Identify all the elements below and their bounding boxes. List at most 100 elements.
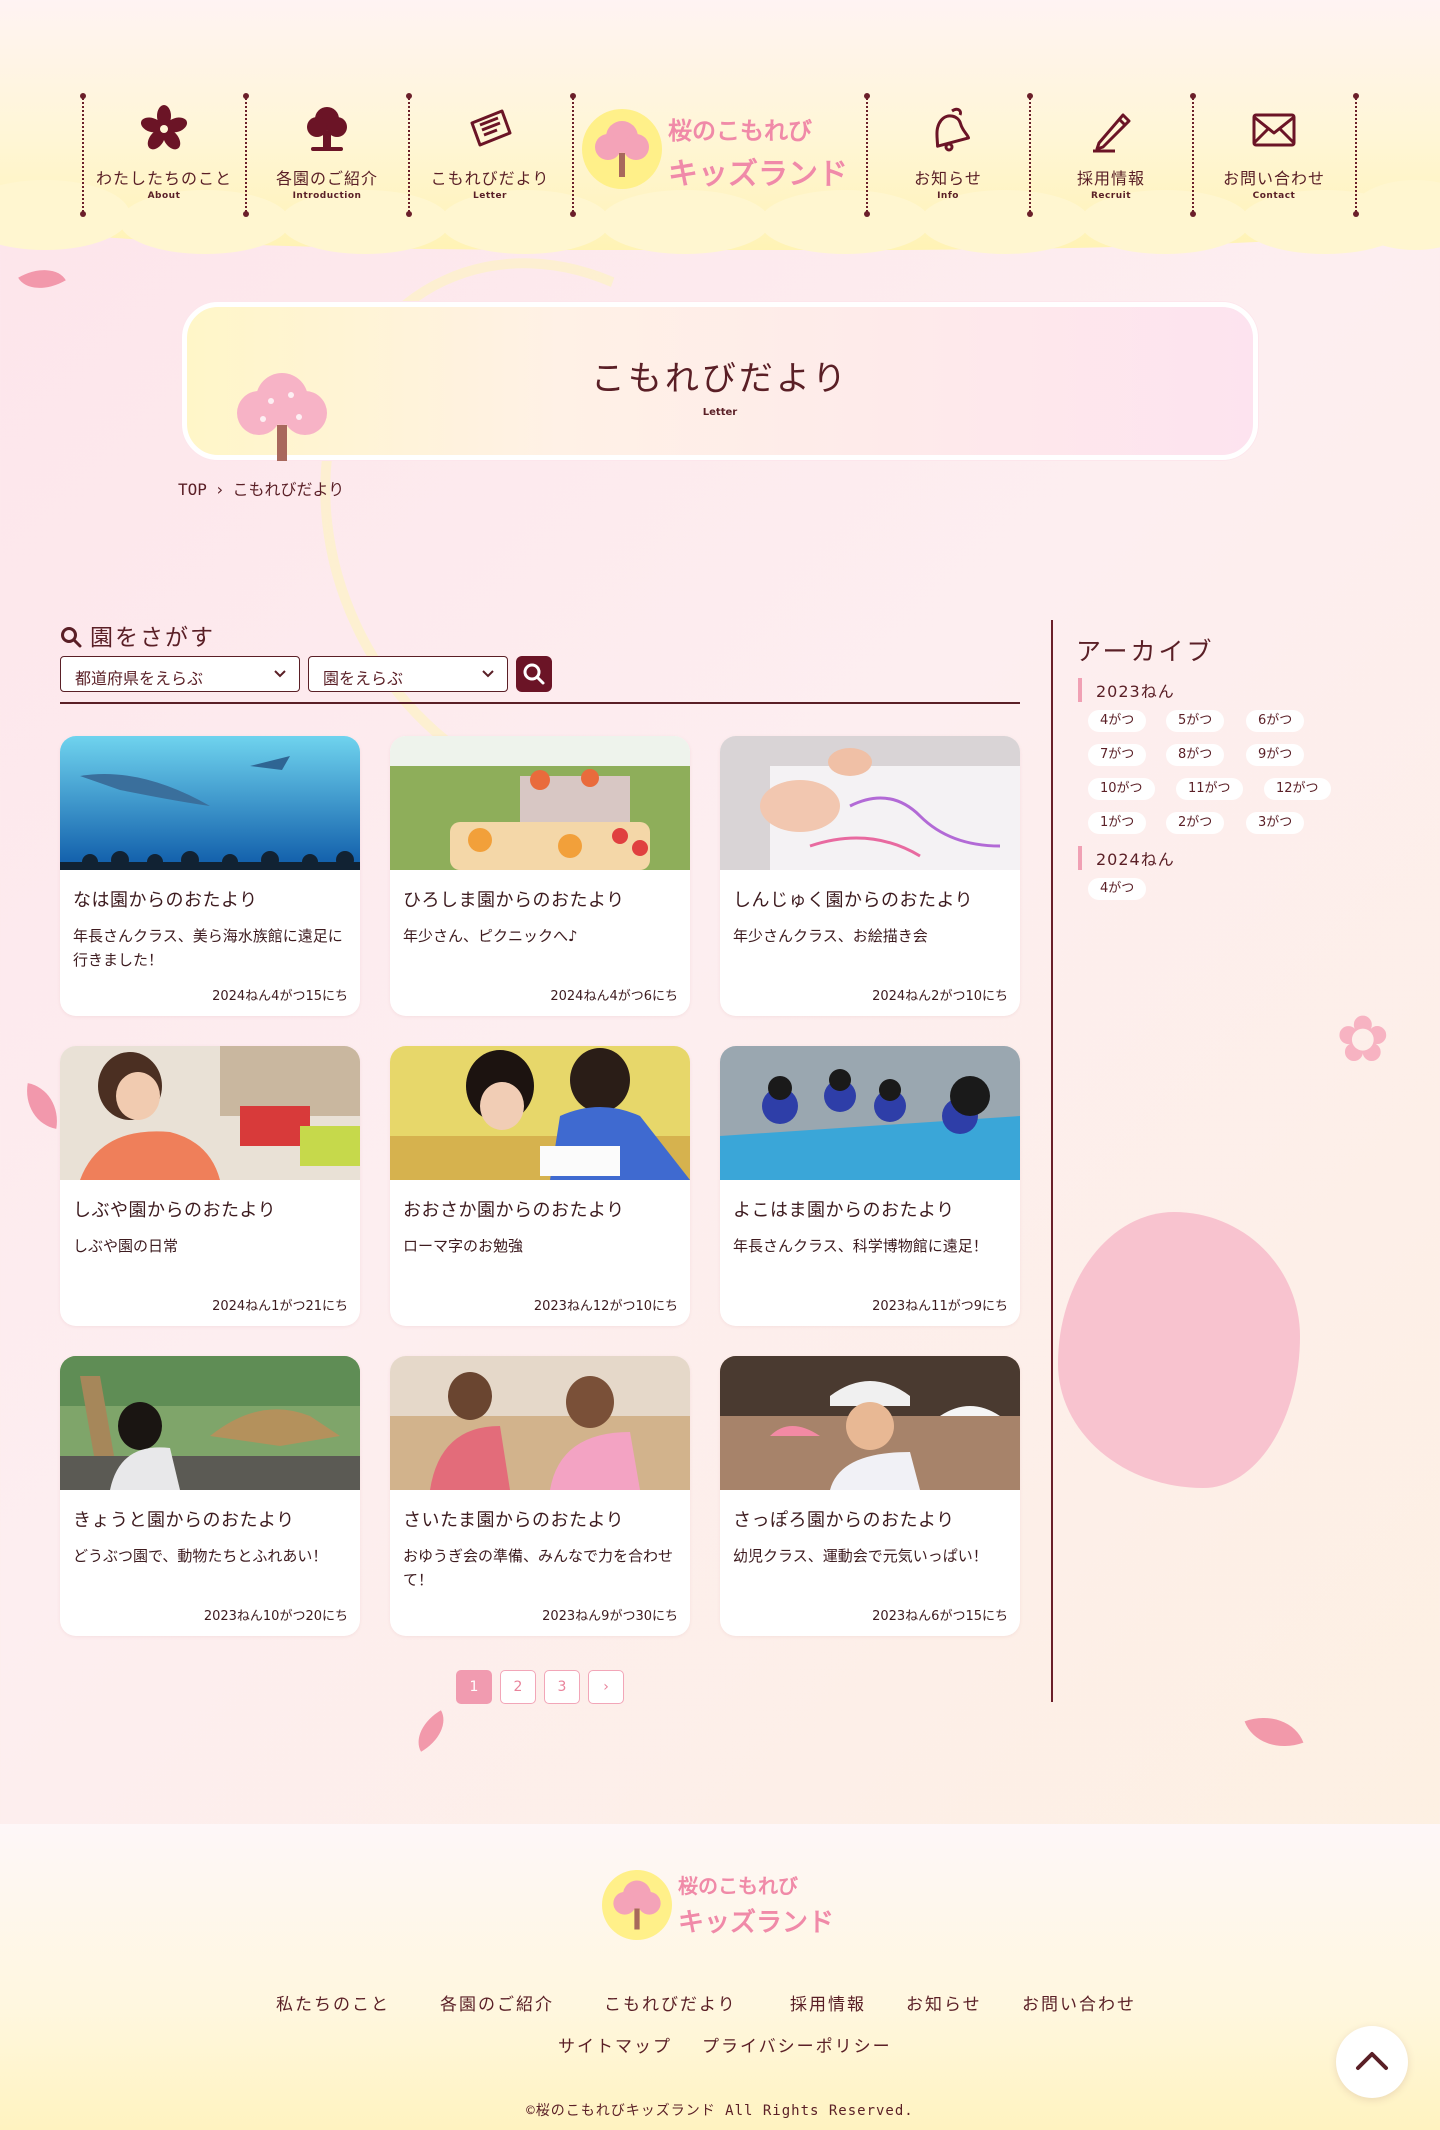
chevron-down-icon: [482, 670, 494, 678]
card-title: きょうと園からのおたより: [73, 1510, 295, 1531]
site-logo[interactable]: 桜のこもれび キッズランド: [582, 109, 858, 195]
footer-link-about[interactable]: 私たちのこと: [276, 1990, 390, 2015]
copyright: ©桜のこもれびキッズランド All Rights Reserved.: [526, 2103, 914, 2119]
nav-item-introduction[interactable]: 各園のご紹介 Introduction: [246, 103, 408, 215]
archive-month[interactable]: 10がつ: [1088, 778, 1155, 800]
logo-tree-icon: [602, 1870, 672, 1940]
archive-title: アーカイブ: [1076, 637, 1215, 666]
footer-link-introduction[interactable]: 各園のご紹介: [440, 1990, 554, 2015]
card-date: 2024ねん4がつ15にち: [212, 989, 348, 1004]
picnic-photo: [390, 736, 690, 870]
card-description: 幼児クラス、運動会で元気いっぱい！: [733, 1547, 988, 1565]
archive-month[interactable]: 7がつ: [1088, 744, 1147, 766]
card-date: 2023ねん11がつ9にち: [872, 1299, 1008, 1314]
nav-label: お知らせ: [914, 169, 982, 188]
letter-card[interactable]: さっぽろ園からのおたより 幼児クラス、運動会で元気いっぱい！ 2023ねん6がつ…: [720, 1356, 1020, 1636]
letter-card[interactable]: なは園からのおたより 年長さんクラス、美ら海水族館に遠足に行きました！ 2024…: [60, 736, 360, 1016]
school-select[interactable]: 園をえらぶ: [308, 656, 508, 692]
global-nav: わたしたちのこと About 各園のご紹介 Introduction こもれびだ…: [80, 93, 1359, 217]
nav-item-recruit[interactable]: 採用情報 Recruit: [1030, 103, 1192, 215]
prefecture-select[interactable]: 都道府県をえらぶ: [60, 656, 300, 692]
sports-day-photo: [720, 1356, 1020, 1490]
decorative-petal: [20, 1083, 64, 1129]
footer-logo[interactable]: 桜のこもれび キッズランド: [602, 1870, 842, 1942]
archive-month[interactable]: 4がつ: [1088, 710, 1147, 732]
footer-link-privacy[interactable]: プライバシーポリシー: [702, 2032, 892, 2057]
letter-card[interactable]: ひろしま園からのおたより 年少さん、ピクニックへ♪ 2024ねん4がつ6にち: [390, 736, 690, 1016]
letter-card[interactable]: よこはま園からのおたより 年長さんクラス、科学博物館に遠足！ 2023ねん11が…: [720, 1046, 1020, 1326]
search-heading-text: 園をさがす: [90, 625, 215, 651]
pen-icon: [1093, 113, 1131, 153]
card-title: さっぽろ園からのおたより: [733, 1510, 955, 1531]
footer-link-sitemap[interactable]: サイトマップ: [558, 2032, 672, 2057]
sakura-icon: [140, 105, 188, 150]
card-title: おおさか園からのおたより: [403, 1200, 625, 1221]
nav-sublabel: Letter: [473, 191, 507, 201]
footer: 桜のこもれび キッズランド 私たちのこと 各園のご紹介 こもれびだより 採用情報…: [0, 1824, 1440, 2130]
back-to-top-button[interactable]: [1336, 2026, 1408, 2098]
nav-label: お問い合わせ: [1222, 169, 1325, 188]
nav-label: わたしたちのこと: [95, 169, 232, 188]
archive-month[interactable]: 8がつ: [1166, 744, 1225, 766]
logo-text: 桜のこもれび: [678, 1874, 798, 1898]
bell-icon: [935, 107, 970, 152]
search-heading: 園をさがす: [60, 618, 215, 652]
aquarium-photo: [60, 736, 360, 870]
footer-link-letter[interactable]: こもれびだより: [604, 1990, 737, 2015]
letter-card[interactable]: おおさか園からのおたより ローマ字のお勉強 2023ねん12がつ10にち: [390, 1046, 690, 1326]
letter-icon: [470, 109, 512, 147]
mail-icon: [1252, 113, 1296, 147]
nav-item-letter[interactable]: こもれびだより Letter: [409, 103, 571, 215]
nav-sublabel: Info: [937, 191, 959, 201]
footer-link-contact[interactable]: お問い合わせ: [1022, 1990, 1136, 2015]
card-date: 2023ねん12がつ10にち: [533, 1299, 678, 1314]
decorative-petal: [1244, 1704, 1304, 1760]
archive-month[interactable]: 3がつ: [1246, 812, 1305, 834]
chevron-right-icon: ›: [214, 480, 225, 499]
nav-sublabel: Contact: [1252, 191, 1296, 201]
archive-month[interactable]: 11がつ: [1176, 778, 1243, 800]
card-date: 2023ねん6がつ15にち: [872, 1609, 1008, 1624]
letter-card[interactable]: しんじゅく園からのおたより 年少さんクラス、お絵描き会 2024ねん2がつ10に…: [720, 736, 1020, 1016]
pagination-page-2[interactable]: 2: [500, 1670, 536, 1704]
card-title: よこはま園からのおたより: [733, 1200, 955, 1221]
chevron-down-icon: [274, 670, 286, 678]
nav-sublabel: About: [147, 191, 181, 201]
archive-month[interactable]: 9がつ: [1246, 744, 1305, 766]
card-description: 年少さん、ピクニックへ♪: [403, 927, 578, 945]
card-date: 2024ねん4がつ6にち: [550, 989, 678, 1004]
search-button[interactable]: [516, 656, 552, 692]
archive-month[interactable]: 2がつ: [1166, 812, 1225, 834]
nav-label: 各園のご紹介: [275, 169, 378, 188]
breadcrumb-home[interactable]: TOP: [178, 480, 207, 499]
letter-card[interactable]: さいたま園からのおたより おゆうぎ会の準備、みんなで力を合わせて！ 2023ねん…: [390, 1356, 690, 1636]
card-description: おゆうぎ会の準備、みんなで力を合わせて！: [403, 1547, 674, 1589]
nav-item-contact[interactable]: お問い合わせ Contact: [1193, 103, 1355, 215]
letter-card[interactable]: しぶや園からのおたより しぶや園の日常 2024ねん1がつ21にち: [60, 1046, 360, 1326]
archive-month[interactable]: 5がつ: [1166, 710, 1225, 732]
craft-photo: [390, 1356, 690, 1490]
archive-month[interactable]: 1がつ: [1088, 812, 1147, 834]
footer-link-info[interactable]: お知らせ: [906, 1990, 982, 2015]
drawing-photo: [720, 736, 1020, 870]
archive-month[interactable]: 4がつ: [1088, 878, 1147, 900]
footer-link-recruit[interactable]: 採用情報: [790, 1990, 866, 2015]
archive-month[interactable]: 12がつ: [1264, 778, 1331, 800]
pagination-page-3[interactable]: 3: [544, 1670, 580, 1704]
decorative-petal: [408, 1710, 454, 1752]
divider: [60, 702, 1020, 704]
page-subtitle: Letter: [702, 407, 738, 418]
pagination-next-button[interactable]: ›: [588, 1670, 624, 1704]
archive-month[interactable]: 6がつ: [1246, 710, 1305, 732]
pagination-page-1[interactable]: 1: [456, 1670, 492, 1704]
logo-tree-icon: [582, 109, 662, 189]
nav-item-info[interactable]: お知らせ Info: [867, 103, 1029, 215]
card-date: 2024ねん2がつ10にち: [872, 989, 1008, 1004]
zoo-photo: [60, 1356, 360, 1490]
nav-separator: [570, 93, 576, 217]
nav-item-about[interactable]: わたしたちのこと About: [83, 103, 245, 215]
archive-year: 2024ねん: [1078, 846, 1175, 870]
letter-card[interactable]: きょうと園からのおたより どうぶつ園で、動物たちとふれあい！ 2023ねん10が…: [60, 1356, 360, 1636]
logo-text: 桜のこもれび: [668, 117, 812, 145]
logo-text: キッズランド: [678, 1908, 835, 1938]
